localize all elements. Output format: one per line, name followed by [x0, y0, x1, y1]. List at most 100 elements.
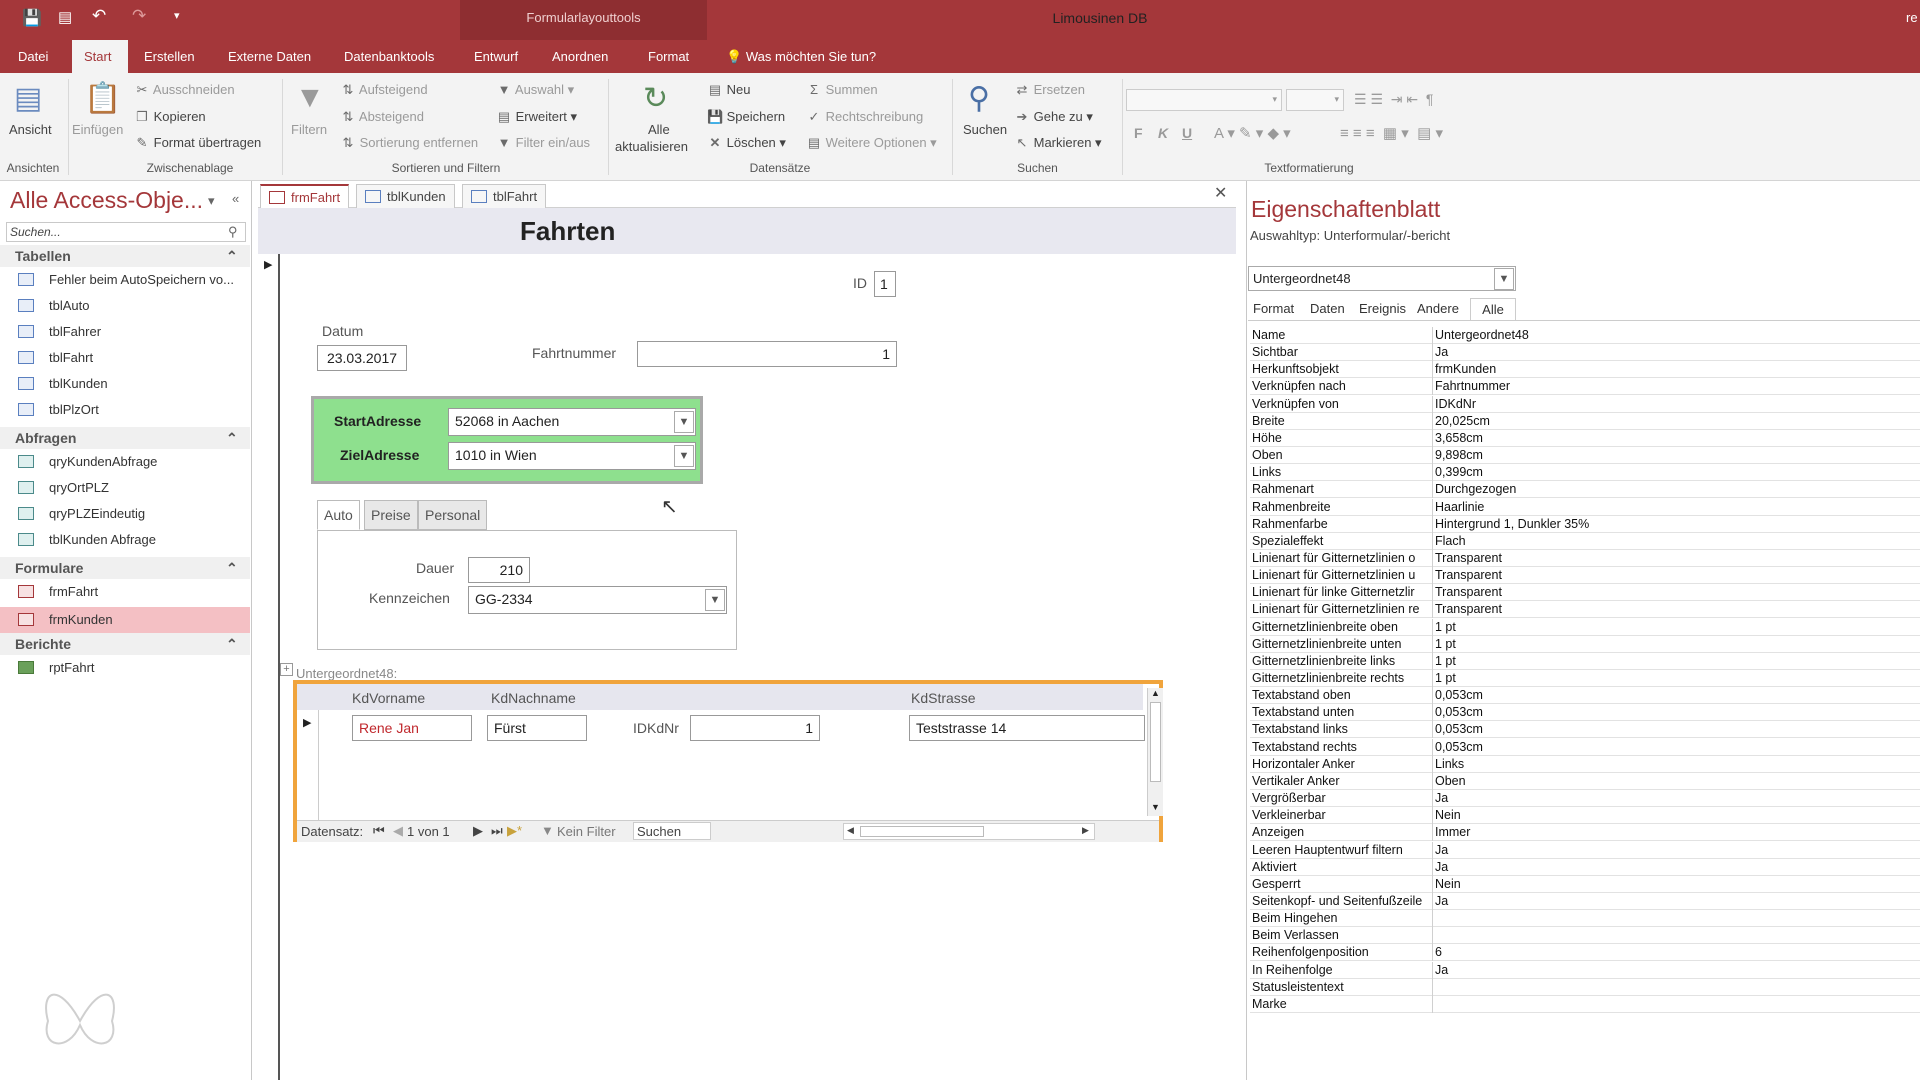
property-value[interactable]: 6 — [1435, 945, 1915, 959]
kdstrasse-field[interactable]: Teststrasse 14 — [909, 715, 1145, 741]
scroll-right-icon[interactable]: ▶ — [1082, 825, 1089, 836]
format-uebertragen-button[interactable]: ✎ Format übertragen — [134, 135, 262, 151]
nav-section-formulare[interactable]: Formulare ⌃ — [0, 557, 250, 579]
property-value[interactable]: 1 pt — [1435, 671, 1915, 685]
property-value[interactable]: Haarlinie — [1435, 500, 1915, 514]
filter-einaus-button[interactable]: ▼ Filter ein/aus — [496, 135, 590, 150]
font-size-combo[interactable]: ▾ — [1286, 89, 1344, 111]
align-icons[interactable]: ≡ ≡ ≡ ▦ ▾ ▤ ▾ — [1340, 124, 1443, 142]
property-value[interactable]: Durchgezogen — [1435, 482, 1915, 496]
property-row[interactable]: Reihenfolgenposition 6 — [1250, 944, 1920, 962]
nav-item-table[interactable]: tblAuto — [0, 293, 250, 319]
nav-item-table[interactable]: tblPlzOrt — [0, 397, 250, 423]
einfuegen-button[interactable]: Einfügen — [72, 122, 123, 137]
loeschen-button[interactable]: ✕ Löschen ▾ — [707, 135, 786, 151]
filter-icon[interactable]: ▼ — [295, 81, 325, 115]
property-row[interactable]: Seitenkopf- und Seitenfußzeile Ja — [1250, 892, 1920, 910]
prop-tab-format[interactable]: Format — [1248, 298, 1299, 320]
bold-icon[interactable]: F — [1134, 125, 1143, 141]
property-row[interactable]: Rahmenart Durchgezogen — [1250, 481, 1920, 499]
property-row[interactable]: Statusleistentext — [1250, 978, 1920, 996]
nav-search-input[interactable]: Suchen... — [6, 222, 246, 242]
prev-record-icon[interactable]: ◀ — [393, 823, 403, 839]
property-value[interactable]: Ja — [1435, 860, 1915, 874]
startadresse-combo[interactable]: 52068 in Aachen ▼ — [448, 408, 696, 436]
idkdnr-field[interactable]: 1 — [690, 715, 820, 741]
property-row[interactable]: Name Untergeordnet48 — [1250, 327, 1920, 344]
property-value[interactable]: 0,053cm — [1435, 705, 1915, 719]
subform-search-input[interactable]: Suchen — [633, 822, 711, 840]
property-row[interactable]: Linienart für Gitternetzlinien re Transpa… — [1250, 601, 1920, 619]
underline-icon[interactable]: U — [1182, 125, 1192, 141]
nav-item-form[interactable]: frmFahrt — [0, 579, 250, 605]
search-icon[interactable]: ⚲ — [228, 224, 238, 240]
property-value[interactable]: Ja — [1435, 791, 1915, 805]
property-row[interactable]: Höhe 3,658cm — [1250, 429, 1920, 447]
property-row[interactable]: Leeren Hauptentwurf filtern Ja — [1250, 841, 1920, 859]
property-row[interactable]: Textabstand links 0,053cm — [1250, 721, 1920, 739]
property-row[interactable]: Gitternetzlinienbreite oben 1 pt — [1250, 618, 1920, 636]
font-color-icons[interactable]: A ▾ ✎ ▾ ◆ ▾ — [1214, 124, 1291, 142]
vertical-scrollbar[interactable]: ▲ ▼ — [1147, 688, 1163, 816]
next-record-icon[interactable]: ▶ — [473, 823, 483, 839]
kopieren-button[interactable]: ❐ Kopieren — [134, 109, 206, 125]
property-row[interactable]: Marke — [1250, 995, 1920, 1013]
nav-item-query[interactable]: tblKunden Abfrage — [0, 527, 250, 553]
alle-aktualisieren-label-2[interactable]: aktualisieren — [615, 139, 688, 154]
property-row[interactable]: Herkunftsobjekt frmKunden — [1250, 361, 1920, 379]
nav-title[interactable]: Alle Access-Obje... — [10, 187, 203, 214]
property-row[interactable]: Textabstand oben 0,053cm — [1250, 687, 1920, 705]
tab-start[interactable]: Start — [72, 40, 128, 73]
property-row[interactable]: Beim Hingehen — [1250, 910, 1920, 928]
property-row[interactable]: Anzeigen Immer — [1250, 824, 1920, 842]
property-row[interactable]: Beim Verlassen — [1250, 927, 1920, 945]
collapse-pane-icon[interactable]: « — [232, 191, 239, 206]
nav-section-tabellen[interactable]: Tabellen ⌃ — [0, 245, 250, 267]
property-value[interactable]: Transparent — [1435, 585, 1915, 599]
nav-item-table[interactable]: tblKunden — [0, 371, 250, 397]
ersetzen-button[interactable]: ⇄ Ersetzen — [1014, 82, 1085, 98]
doc-tab-frmfahrt[interactable]: frmFahrt — [260, 184, 350, 208]
gehe-zu-button[interactable]: ➔ Gehe zu ▾ — [1014, 109, 1093, 125]
first-record-icon[interactable]: ⏮ — [373, 823, 385, 839]
sortierung-entfernen-button[interactable]: ⇅ Sortierung entfernen — [340, 135, 479, 151]
italic-icon[interactable]: K — [1158, 125, 1168, 141]
ausschneiden-button[interactable]: ✂ Ausschneiden — [134, 82, 235, 98]
nav-section-berichte[interactable]: Berichte ⌃ — [0, 633, 250, 655]
nav-item-form-selected[interactable]: frmKunden — [0, 607, 250, 633]
property-value[interactable]: Immer — [1435, 825, 1915, 839]
property-value[interactable]: Transparent — [1435, 568, 1915, 582]
suchen-button[interactable]: Suchen — [963, 122, 1007, 137]
property-value[interactable]: Nein — [1435, 877, 1915, 891]
property-value[interactable]: Ja — [1435, 843, 1915, 857]
zieladresse-combo[interactable]: 1010 in Wien ▼ — [448, 442, 696, 470]
last-record-icon[interactable]: ⏭ — [491, 823, 503, 839]
property-row[interactable]: Breite 20,025cm — [1250, 412, 1920, 430]
markieren-button[interactable]: ↖ Markieren ▾ — [1014, 135, 1102, 151]
property-value[interactable]: Links — [1435, 757, 1915, 771]
auswahl-button[interactable]: ▼ Auswahl ▾ — [496, 82, 575, 98]
scroll-left-icon[interactable]: ◀ — [847, 825, 854, 836]
property-value[interactable]: Transparent — [1435, 602, 1915, 616]
property-row[interactable]: Aktiviert Ja — [1250, 858, 1920, 876]
prop-tab-daten[interactable]: Daten — [1305, 298, 1350, 320]
scroll-up-icon[interactable]: ▲ — [1151, 688, 1160, 698]
property-row[interactable]: Gesperrt Nein — [1250, 875, 1920, 893]
tab-datei[interactable]: Datei — [6, 40, 60, 73]
property-value[interactable]: 20,025cm — [1435, 414, 1915, 428]
property-value[interactable]: 1 pt — [1435, 620, 1915, 634]
property-row[interactable]: In Reihenfolge Ja — [1250, 961, 1920, 979]
property-row[interactable]: Verkleinerbar Nein — [1250, 807, 1920, 825]
property-value[interactable]: Ja — [1435, 894, 1915, 908]
nav-item-query[interactable]: qryKundenAbfrage — [0, 449, 250, 475]
aufsteigend-button[interactable]: ⇅ Aufsteigend — [340, 82, 428, 98]
property-row[interactable]: Textabstand unten 0,053cm — [1250, 704, 1920, 722]
property-row[interactable]: Linienart für Gitternetzlinien u Transpar… — [1250, 567, 1920, 585]
property-value[interactable]: Ja — [1435, 963, 1915, 977]
property-value[interactable]: 0,053cm — [1435, 688, 1915, 702]
nav-item-table[interactable]: tblFahrt — [0, 345, 250, 371]
chevron-down-icon[interactable]: ▼ — [705, 589, 725, 611]
property-row[interactable]: Rahmenbreite Haarlinie — [1250, 498, 1920, 516]
property-value[interactable]: 9,898cm — [1435, 448, 1915, 462]
user-name[interactable]: re — [1906, 10, 1918, 25]
